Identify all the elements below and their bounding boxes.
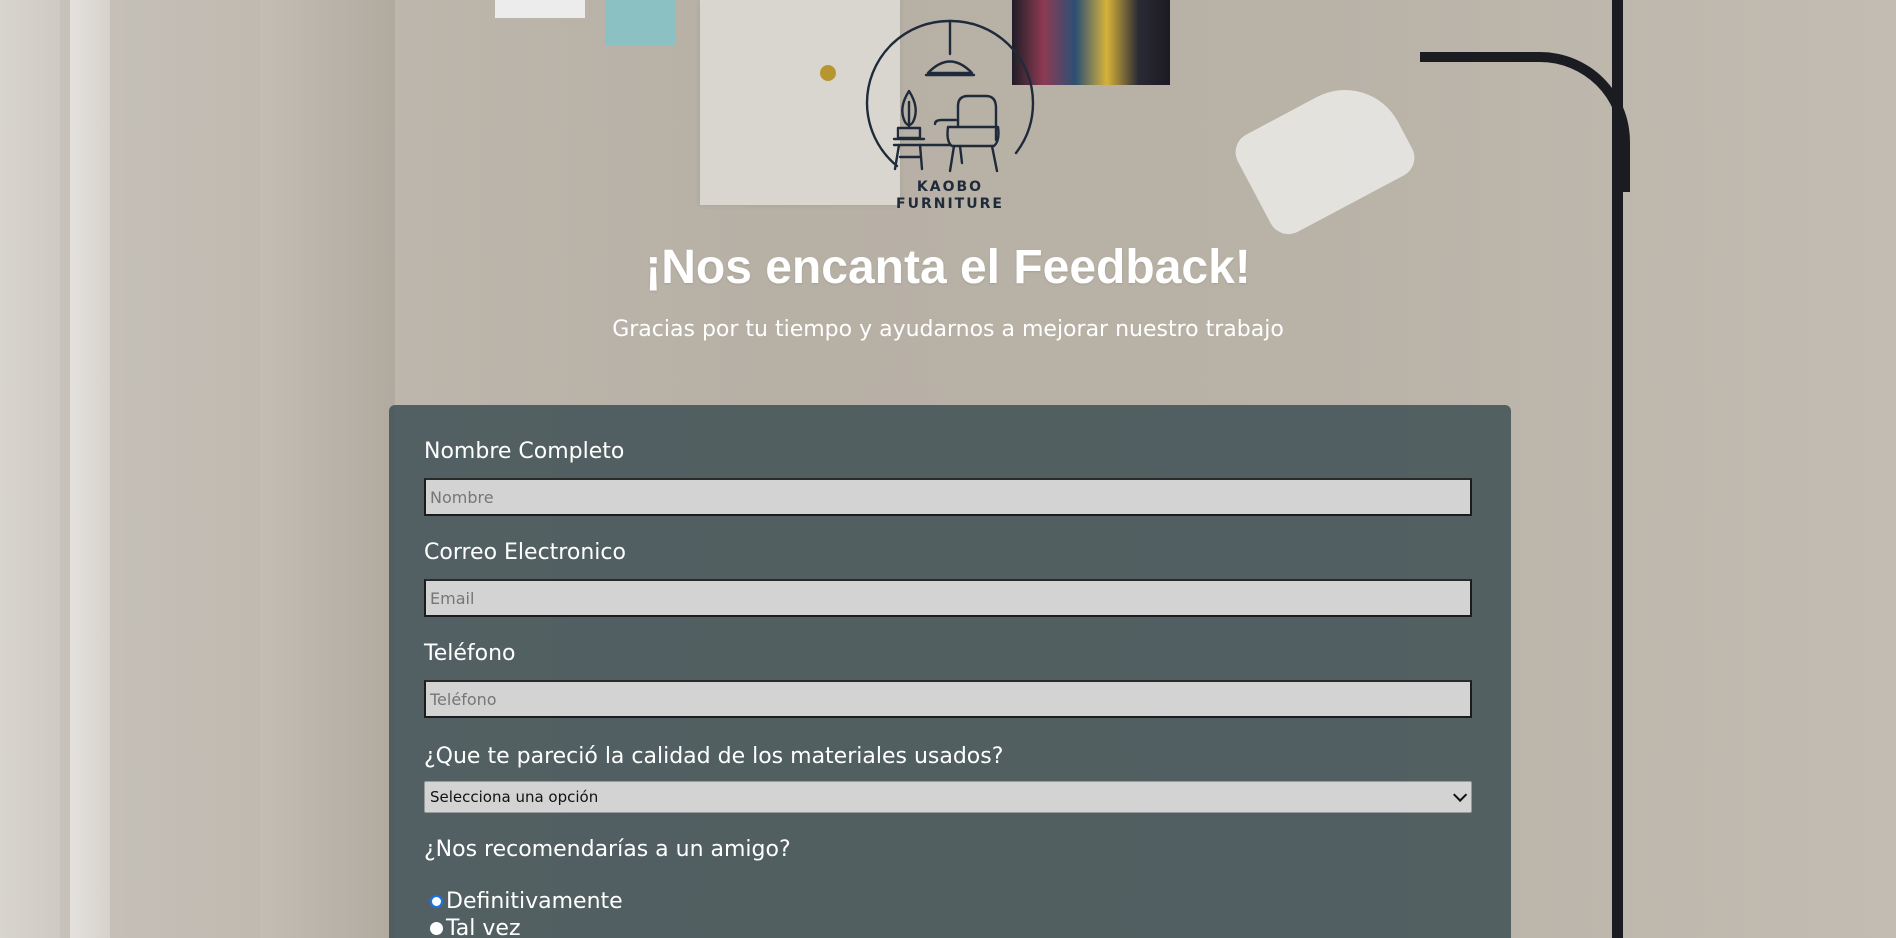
furniture-logo-icon: KAOBO FURNITURE — [865, 19, 1035, 212]
background-door-trim — [70, 0, 110, 938]
radio-unchecked-icon[interactable] — [430, 922, 443, 935]
email-label: Correo Electronico — [424, 540, 626, 565]
background-wall-shade — [260, 0, 395, 938]
quality-select[interactable]: Selecciona una opción — [424, 781, 1472, 813]
name-input[interactable] — [424, 478, 1472, 516]
background-lamp-shade — [1228, 68, 1422, 242]
page: KAOBO FURNITURE ¡Nos encanta el Feedback… — [0, 0, 1896, 938]
logo-text-line2: FURNITURE — [896, 196, 1004, 212]
background-door-frame — [0, 0, 60, 938]
background-sticky-note — [605, 0, 675, 45]
background-note — [495, 0, 585, 18]
kaobo-furniture-logo: KAOBO FURNITURE — [850, 16, 1050, 212]
recommend-option-definitivamente[interactable]: Definitivamente — [430, 889, 623, 914]
phone-input[interactable] — [424, 680, 1472, 718]
recommend-option-label: Tal vez — [446, 916, 521, 938]
feedback-form: Nombre Completo Correo Electronico Teléf… — [389, 405, 1511, 938]
logo-text-line1: KAOBO — [917, 179, 983, 195]
quality-label: ¿Que te pareció la calidad de los materi… — [424, 744, 1004, 769]
page-title: ¡Nos encanta el Feedback! — [645, 241, 1251, 294]
recommend-label: ¿Nos recomendarías a un amigo? — [424, 837, 791, 862]
recommend-option-tal-vez[interactable]: Tal vez — [430, 916, 521, 938]
phone-label: Teléfono — [424, 641, 516, 666]
chevron-down-icon — [1453, 787, 1468, 802]
background-pin — [820, 65, 836, 81]
background-lamp-arm — [1420, 52, 1630, 192]
background-lamp-pole — [1612, 0, 1623, 938]
radio-checked-icon[interactable] — [430, 895, 443, 908]
page-subtitle: Gracias por tu tiempo y ayudarnos a mejo… — [612, 317, 1284, 342]
name-label: Nombre Completo — [424, 439, 625, 464]
quality-select-value: Selecciona una opción — [430, 788, 599, 806]
email-input[interactable] — [424, 579, 1472, 617]
recommend-option-label: Definitivamente — [446, 889, 623, 914]
